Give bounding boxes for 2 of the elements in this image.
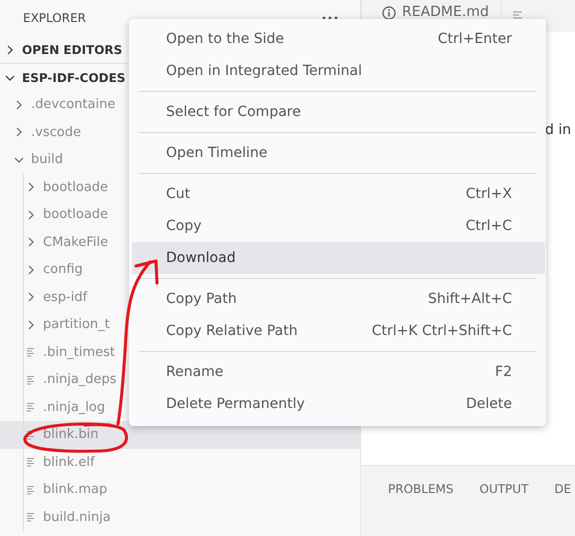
editor-text: d in [545, 122, 572, 138]
explorer-title: EXPLORER [23, 11, 86, 25]
